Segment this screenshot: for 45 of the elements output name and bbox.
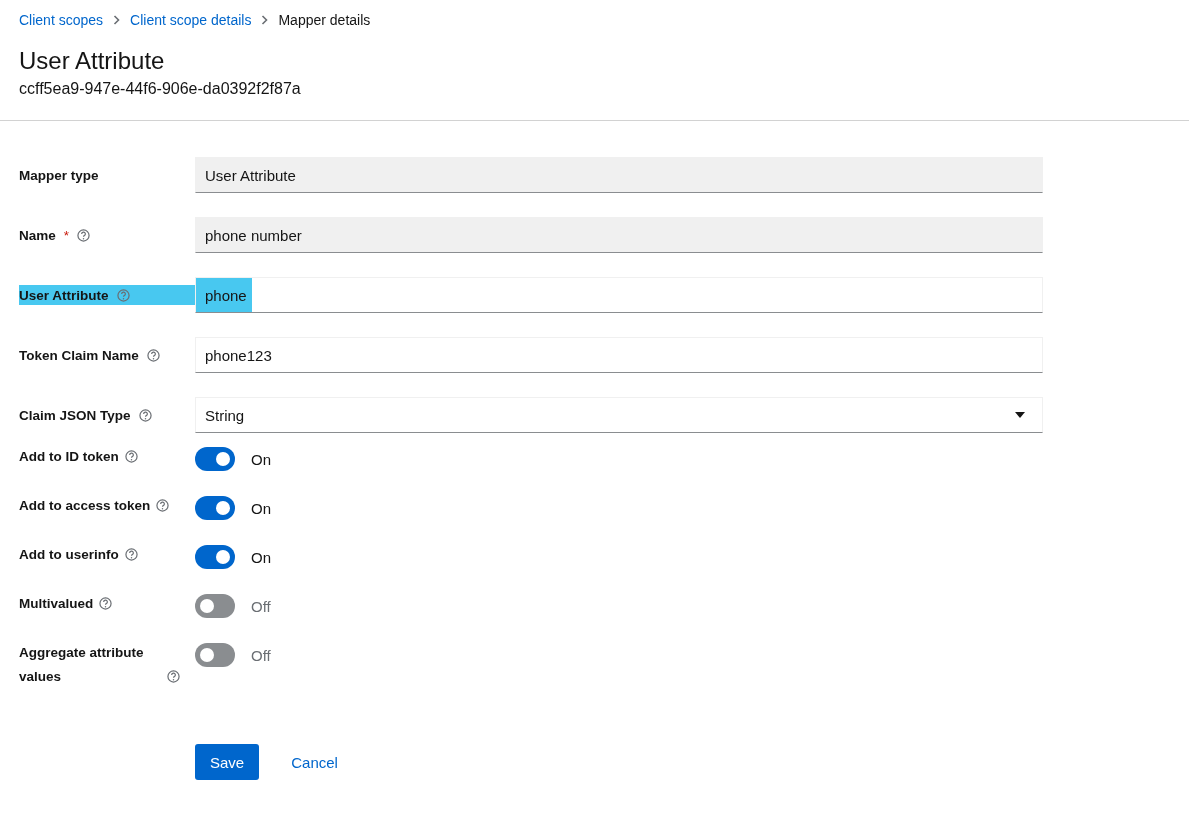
help-icon[interactable]	[77, 228, 91, 242]
help-icon[interactable]	[99, 597, 113, 610]
toggle-state: On	[251, 499, 271, 517]
help-icon[interactable]	[156, 499, 170, 512]
toggle-state: Off	[251, 646, 271, 664]
field-label: Add to ID token	[19, 448, 119, 466]
help-icon[interactable]	[146, 348, 160, 362]
text-field[interactable]: phone	[195, 277, 1043, 313]
field-label: Mapper type	[19, 167, 99, 183]
help-icon[interactable]	[138, 408, 152, 422]
help-icon[interactable]	[124, 450, 138, 463]
required-mark: *	[63, 227, 70, 243]
text-field[interactable]: phone number	[195, 217, 1043, 253]
help-icon[interactable]	[167, 670, 180, 683]
field-label: Claim JSON Type	[19, 407, 131, 423]
toggle-state: On	[251, 450, 271, 468]
help-icon[interactable]	[116, 288, 130, 302]
field-label: Add to userinfo	[19, 546, 119, 564]
caret-icon	[1015, 412, 1025, 418]
cancel-link[interactable]: Cancel	[275, 753, 354, 771]
field-label: User Attribute	[19, 287, 109, 303]
toggle-switch[interactable]	[195, 643, 235, 667]
field-label: Token Claim Name	[19, 347, 139, 363]
field-label: Multivalued	[19, 595, 94, 613]
page-title: User Attribute	[19, 46, 166, 76]
help-icon[interactable]	[124, 548, 138, 561]
toggle-switch[interactable]	[195, 496, 235, 520]
chevron-icon	[261, 15, 269, 25]
breadcrumb-link[interactable]: Client scopes	[19, 12, 104, 28]
toggle-switch[interactable]	[195, 447, 235, 471]
mapper-id: ccff5ea9-947e-44f6-906e-da0392f2f87a	[19, 80, 302, 98]
text-field[interactable]: phone123	[195, 337, 1043, 373]
select-dropdown[interactable]: String	[195, 397, 1043, 433]
save-button[interactable]: Save	[195, 744, 260, 780]
field-label: Aggregate attribute values	[19, 644, 145, 686]
toggle-state: Off	[251, 597, 271, 615]
toggle-switch[interactable]	[195, 594, 235, 618]
breadcrumb-link[interactable]: Client scope details	[130, 12, 252, 28]
text-field[interactable]: User Attribute	[195, 157, 1043, 193]
chevron-icon	[113, 15, 121, 25]
toggle-switch[interactable]	[195, 545, 235, 569]
breadcrumb-current: Mapper details	[278, 12, 371, 28]
toggle-state: On	[251, 548, 271, 566]
field-label: Name	[19, 227, 56, 243]
field-label: Add to access token	[19, 497, 151, 515]
